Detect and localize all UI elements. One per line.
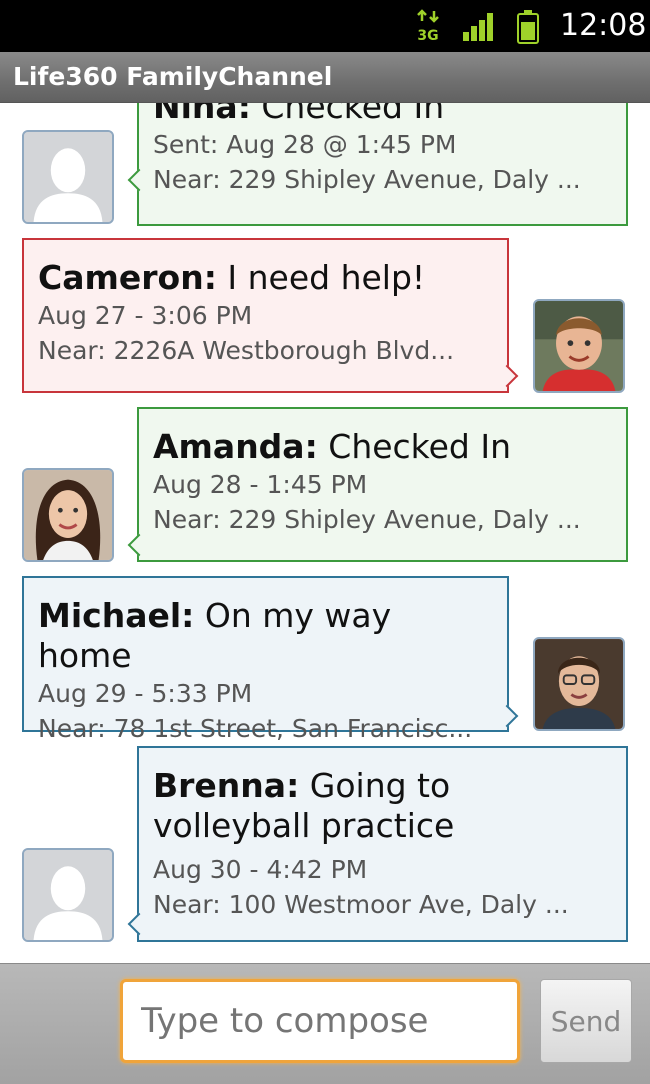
message-bubble-nina[interactable]: Nina: Checked In Sent: Aug 28 @ 1:45 PM … bbox=[127, 103, 628, 226]
message-location: Near: 100 Westmoor Ave, Daly ... bbox=[153, 890, 569, 919]
network-type-label: 3G bbox=[417, 28, 438, 43]
message-time: Aug 29 - 5:33 PM bbox=[38, 679, 253, 708]
signal-strength-icon bbox=[463, 13, 493, 41]
message-bubble-cameron[interactable]: Cameron: I need help! Aug 27 - 3:06 PM N… bbox=[22, 238, 519, 393]
default-person-icon[interactable] bbox=[22, 848, 114, 942]
message-bubble-amanda[interactable]: Amanda: Checked In Aug 28 - 1:45 PM Near… bbox=[127, 407, 628, 562]
3g-data-icon: 3G bbox=[417, 9, 439, 43]
app-bar: Life360 FamilyChannel bbox=[0, 52, 650, 103]
message-bubble-michael[interactable]: Michael: On my way home Aug 29 - 5:33 PM… bbox=[22, 576, 519, 743]
message-location: Near: 78 1st Street, San Francisc... bbox=[38, 714, 473, 743]
boy-photo[interactable] bbox=[533, 299, 625, 393]
girl-photo[interactable] bbox=[22, 468, 114, 562]
message-text: Checked In bbox=[261, 103, 445, 126]
message-header: Brenna: Going to volleyball practice bbox=[153, 766, 612, 846]
message-text: Checked In bbox=[328, 427, 512, 466]
sender-name: Michael: bbox=[38, 596, 195, 635]
sender-name: Cameron: bbox=[38, 258, 217, 297]
send-button[interactable]: Send bbox=[540, 979, 632, 1063]
message-header: Nina: Checked In bbox=[153, 103, 612, 127]
message-time: Aug 27 - 3:06 PM bbox=[38, 301, 253, 330]
message-location: Near: 229 Shipley Avenue, Daly ... bbox=[153, 505, 581, 534]
message-time: Aug 28 - 1:45 PM bbox=[153, 470, 368, 499]
message-list[interactable]: Nina: Checked In Sent: Aug 28 @ 1:45 PM … bbox=[0, 103, 650, 963]
message-location: Near: 2226A Westborough Blvd... bbox=[38, 336, 455, 365]
message-header: Cameron: I need help! bbox=[38, 258, 493, 298]
man-photo[interactable] bbox=[533, 637, 625, 731]
app-title: Life360 FamilyChannel bbox=[13, 62, 333, 91]
compose-input[interactable] bbox=[120, 979, 520, 1063]
clock: 12:08 bbox=[560, 8, 647, 43]
message-header: Amanda: Checked In bbox=[153, 427, 612, 467]
sender-name: Nina: bbox=[153, 103, 251, 126]
sender-name: Amanda: bbox=[153, 427, 318, 466]
compose-bar: Send bbox=[0, 963, 650, 1084]
status-bar: 3G 12:08 bbox=[0, 0, 650, 52]
message-text: I need help! bbox=[227, 258, 426, 297]
default-person-icon[interactable] bbox=[22, 130, 114, 224]
message-header: Michael: On my way home bbox=[38, 596, 493, 676]
message-time: Aug 30 - 4:42 PM bbox=[153, 855, 368, 884]
message-bubble-brenna[interactable]: Brenna: Going to volleyball practice Aug… bbox=[127, 746, 628, 942]
battery-icon bbox=[517, 10, 539, 44]
message-location: Near: 229 Shipley Avenue, Daly ... bbox=[153, 165, 581, 194]
sender-name: Brenna: bbox=[153, 766, 300, 805]
message-time: Sent: Aug 28 @ 1:45 PM bbox=[153, 130, 457, 159]
